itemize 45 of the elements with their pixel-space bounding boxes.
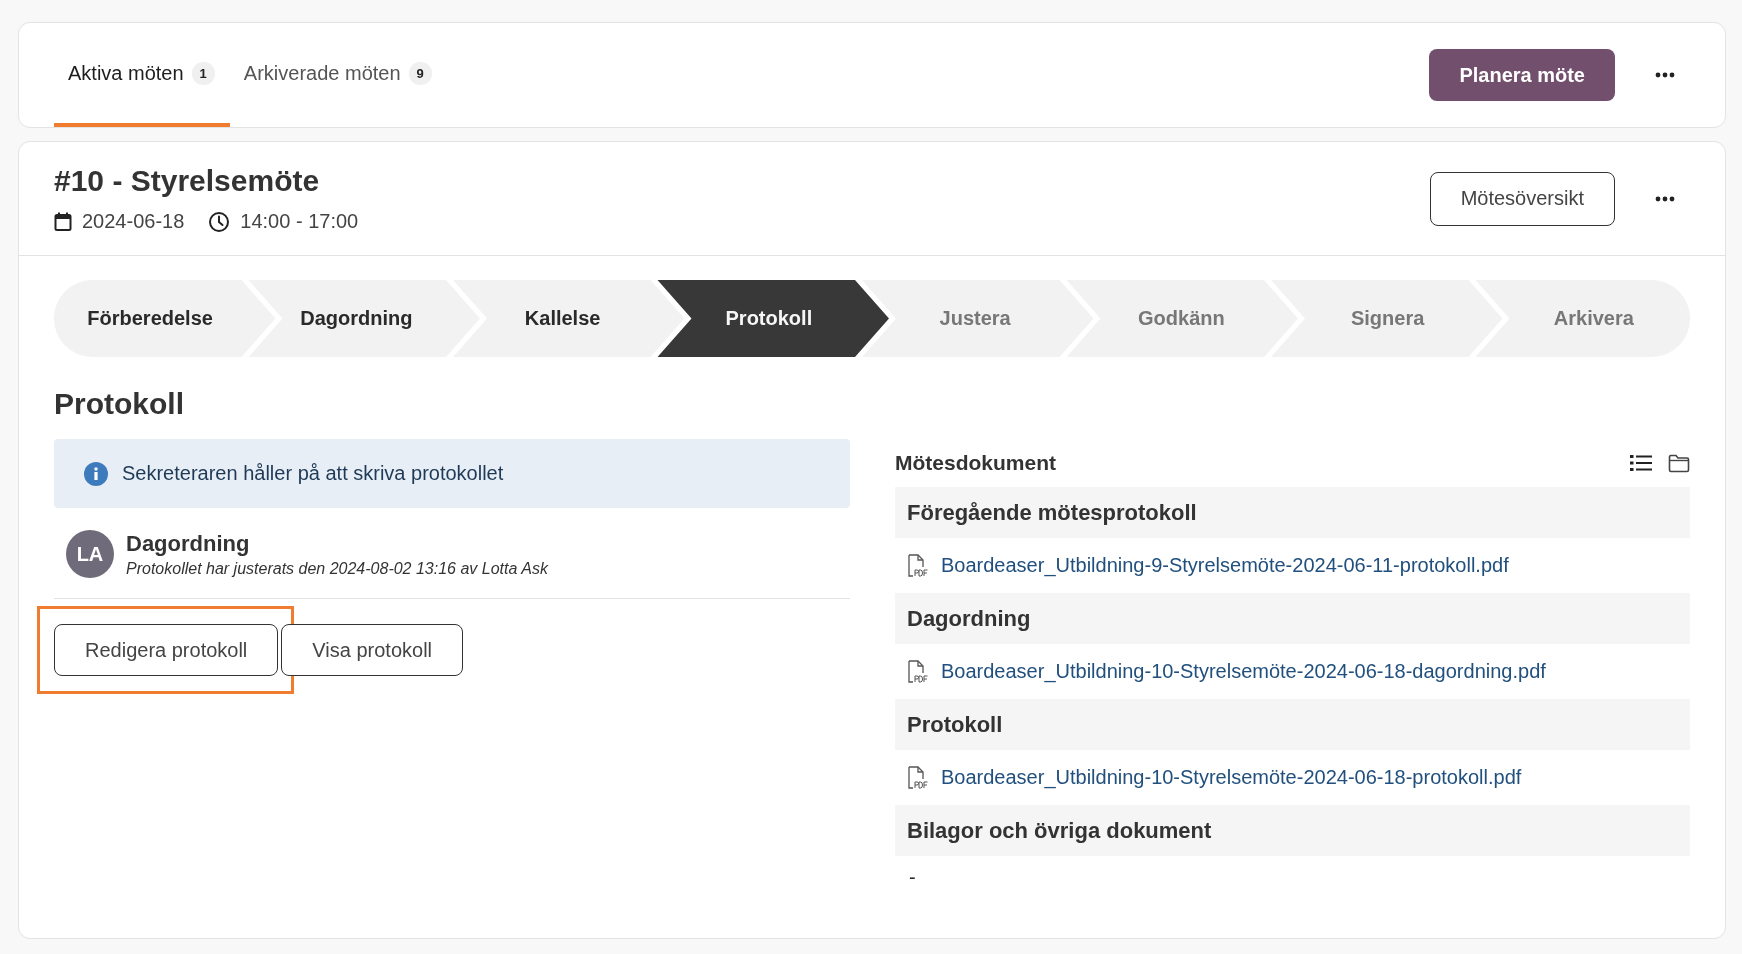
- folder-view-button[interactable]: [1668, 453, 1690, 473]
- pdf-file-icon: [907, 659, 929, 684]
- count-badge: 9: [408, 61, 432, 85]
- meeting-title: #10 - Styrelsemöte: [54, 164, 321, 198]
- pdf-file-icon: [907, 765, 929, 790]
- list-view-button[interactable]: [1630, 453, 1652, 473]
- info-icon: [84, 461, 108, 486]
- group-header: Föregående mötesprotokoll: [895, 487, 1690, 538]
- step[interactable]: Godkänn: [1138, 307, 1225, 330]
- file-link[interactable]: Boardeaser_Utbildning-10-Styrelsemöte-2024-06-18-protokoll.pdf: [941, 766, 1522, 789]
- activity-title: Dagordning: [126, 530, 251, 557]
- folder-icon: [1668, 453, 1690, 473]
- group-header: Dagordning: [895, 593, 1690, 644]
- documents-title: Mötesdokument: [895, 451, 1056, 475]
- avatar: LA: [66, 530, 114, 578]
- more-icon: [1655, 72, 1675, 78]
- action-button[interactable]: Redigera protokoll: [54, 624, 279, 676]
- info-text: Sekreteraren håller på att skriva protokollet: [122, 462, 504, 485]
- step[interactable]: Dagordning: [300, 307, 413, 330]
- more-icon: [1655, 195, 1675, 202]
- list-icon: [1630, 453, 1652, 472]
- file-link[interactable]: Boardeaser_Utbildning-10-Styrelsemöte-2024-06-18-dagordning.pdf: [941, 660, 1546, 683]
- activity-note: Protokollet har justerats den 2024-08-02 13:16 av Lotta Ask: [126, 559, 548, 578]
- step[interactable]: Signera: [1350, 307, 1425, 330]
- empty-text: -: [908, 865, 917, 890]
- file-link[interactable]: Boardeaser_Utbildning-9-Styrelsemöte-2024-06-11-protokoll.pdf: [941, 554, 1509, 577]
- action-button[interactable]: Visa protokoll: [281, 624, 464, 676]
- step[interactable]: Arkivera: [1553, 307, 1634, 330]
- plan-meeting-button[interactable]: Planera möte: [1429, 49, 1615, 101]
- group-header: Bilagor och övriga dokument: [895, 805, 1690, 856]
- tab[interactable]: Aktiva möten 1: [54, 23, 230, 127]
- step[interactable]: Kallelse: [524, 307, 601, 330]
- step[interactable]: Protokoll: [725, 307, 813, 330]
- section-title: Protokoll: [54, 387, 185, 421]
- tab[interactable]: Arkiverade möten 9: [229, 23, 447, 127]
- step[interactable]: Justera: [939, 307, 1011, 330]
- clock-icon: [208, 210, 231, 233]
- pdf-file-icon: [907, 553, 929, 578]
- meeting-time: 14:00 - 17:00: [240, 210, 359, 233]
- meeting-date: 2024-06-18: [82, 210, 185, 233]
- group-header: Protokoll: [895, 699, 1690, 750]
- step[interactable]: Förberedelse: [87, 307, 213, 330]
- calendar-icon: [54, 211, 72, 232]
- meeting-overview-button[interactable]: Mötesöversikt: [1429, 171, 1615, 226]
- count-badge: 1: [191, 61, 215, 85]
